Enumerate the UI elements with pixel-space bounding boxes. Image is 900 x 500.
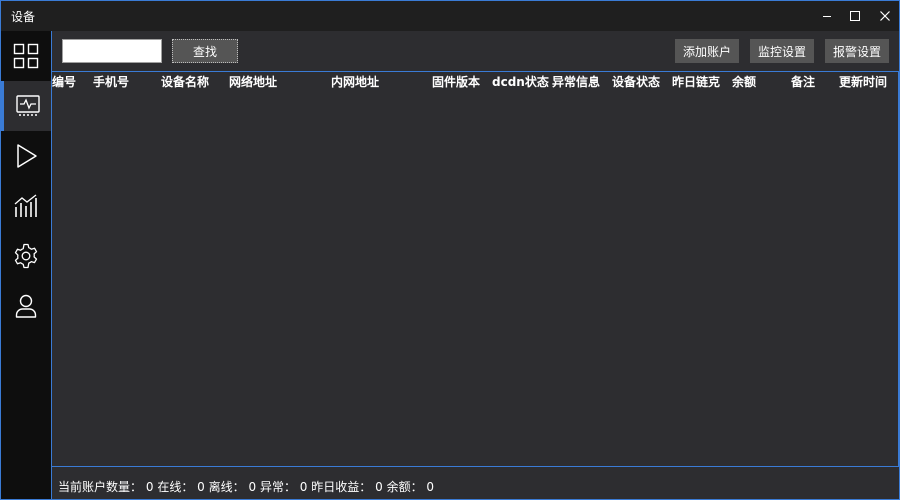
title-bar: 设备	[1, 1, 899, 31]
app-window: 设备 查找 添加账户 监控设置 报警设置 编号 手机号 设备名称 网络地址 内网…	[0, 0, 900, 500]
column-header-update-time[interactable]: 更新时间	[839, 73, 887, 90]
sidebar-item-settings[interactable]	[1, 231, 51, 281]
main-panel: 查找 添加账户 监控设置 报警设置 编号 手机号 设备名称 网络地址 内网地址 …	[51, 31, 899, 499]
column-header-firmware[interactable]: 固件版本	[432, 73, 480, 90]
grid-icon	[13, 43, 39, 69]
sidebar-item-play[interactable]	[1, 131, 51, 181]
sidebar-item-stats[interactable]	[1, 181, 51, 231]
column-header-id[interactable]: 编号	[52, 73, 76, 90]
column-header-network-address[interactable]: 网络地址	[229, 73, 277, 90]
balance-value: 0	[426, 480, 435, 494]
column-header-yesterday-linkcoin[interactable]: 昨日链克	[672, 73, 720, 90]
sidebar	[1, 31, 51, 499]
column-header-balance[interactable]: 余额	[732, 73, 756, 90]
abnormal-value: 0	[299, 480, 308, 494]
monitor-settings-button[interactable]: 监控设置	[750, 39, 814, 63]
sidebar-item-devices[interactable]	[1, 81, 51, 131]
column-header-device-name[interactable]: 设备名称	[161, 73, 209, 90]
table-header: 编号 手机号 设备名称 网络地址 内网地址 固件版本 dcdn状态 异常信息 设…	[52, 72, 898, 90]
column-header-lan-address[interactable]: 内网地址	[331, 73, 379, 90]
maximize-button[interactable]	[841, 1, 869, 31]
account-count-value: 0	[145, 480, 154, 494]
abnormal-label: 异常：	[259, 480, 296, 494]
find-button[interactable]: 查找	[172, 39, 238, 63]
window-title: 设备	[11, 10, 36, 24]
sidebar-item-dashboard[interactable]	[1, 31, 51, 81]
balance-label: 余额：	[386, 480, 423, 494]
column-header-remark[interactable]: 备注	[791, 73, 815, 90]
offline-label: 离线：	[208, 480, 245, 494]
column-header-phone[interactable]: 手机号	[93, 73, 129, 90]
chart-icon	[14, 194, 37, 217]
maximize-icon	[850, 11, 860, 21]
device-table[interactable]: 编号 手机号 设备名称 网络地址 内网地址 固件版本 dcdn状态 异常信息 设…	[52, 71, 899, 467]
play-icon	[17, 144, 37, 168]
user-icon	[15, 294, 37, 318]
status-bar: 当前账户数量： 0 在线： 0 离线： 0 异常： 0 昨日收益： 0 余额： …	[58, 478, 434, 495]
offline-value: 0	[248, 480, 257, 494]
column-header-error-info[interactable]: 异常信息	[552, 73, 600, 90]
gear-icon	[14, 243, 38, 269]
minimize-button[interactable]	[813, 1, 841, 31]
add-account-button[interactable]: 添加账户	[675, 39, 739, 63]
online-label: 在线：	[157, 480, 194, 494]
column-header-device-status[interactable]: 设备状态	[612, 73, 660, 90]
monitor-icon	[15, 95, 40, 116]
close-button[interactable]	[871, 1, 899, 31]
column-header-dcdn-status[interactable]: dcdn状态	[492, 73, 549, 90]
minimize-icon	[823, 16, 831, 17]
online-value: 0	[197, 480, 205, 494]
close-icon	[880, 11, 890, 21]
account-count-label: 当前账户数量：	[58, 480, 143, 494]
sidebar-item-user[interactable]	[1, 281, 51, 331]
search-input[interactable]	[62, 39, 162, 63]
yesterday-income-label: 昨日收益：	[311, 480, 372, 494]
alarm-settings-button[interactable]: 报警设置	[825, 39, 889, 63]
yesterday-income-value: 0	[375, 480, 383, 494]
